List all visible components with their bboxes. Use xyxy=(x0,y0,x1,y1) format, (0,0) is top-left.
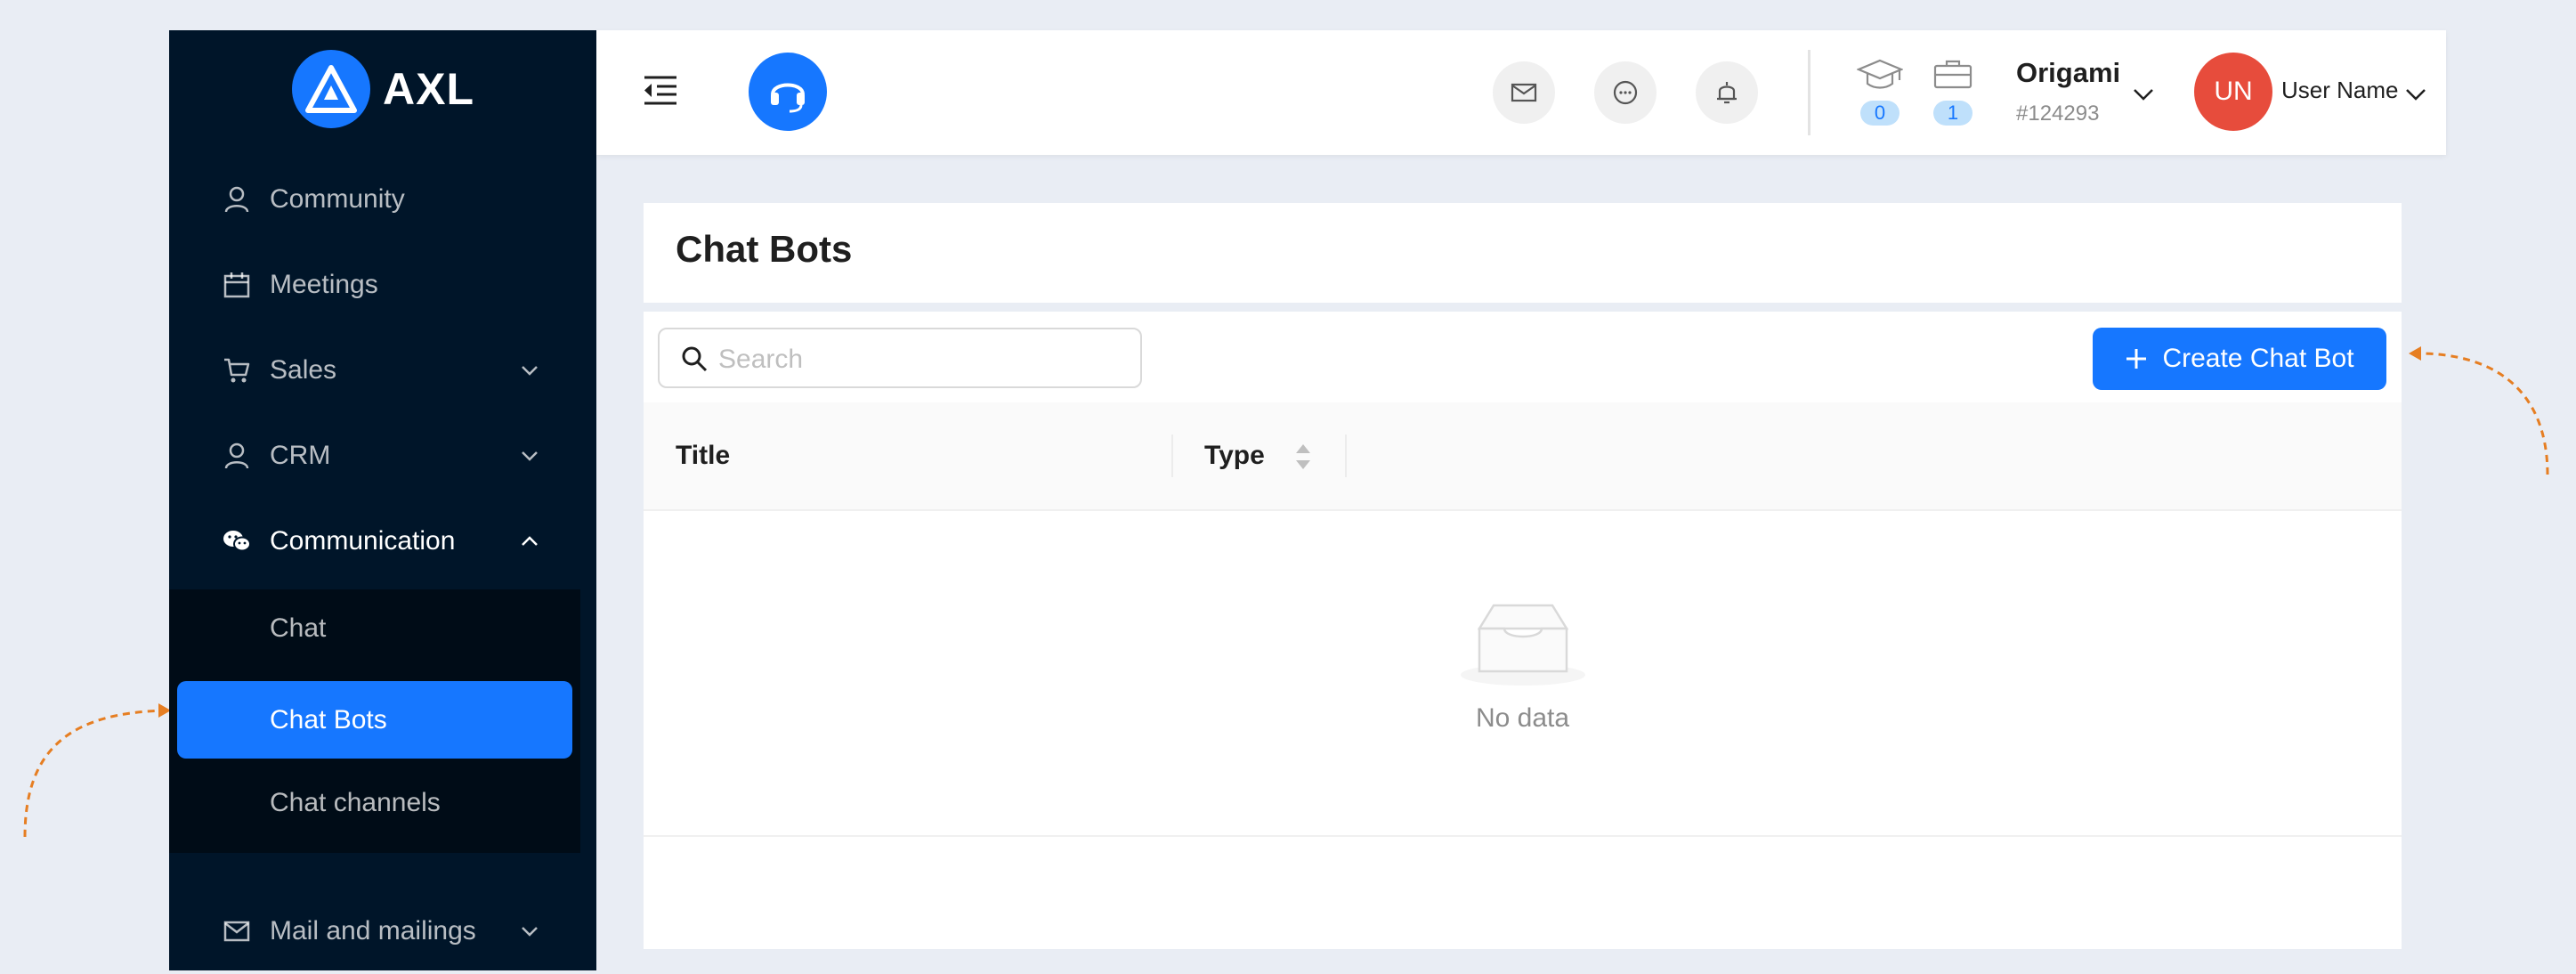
column-divider xyxy=(1345,434,1347,477)
messages-button[interactable] xyxy=(1594,61,1657,124)
page-title: Chat Bots xyxy=(676,228,853,270)
sidebar-item-meetings[interactable]: Meetings xyxy=(169,242,596,328)
sidebar-item-label: Meetings xyxy=(270,270,378,299)
chevron-down-icon[interactable] xyxy=(2131,82,2156,107)
sidebar-item-label: Communication xyxy=(270,526,456,556)
user-icon xyxy=(223,442,251,470)
sidebar-item-label: CRM xyxy=(270,441,331,470)
graduation-cap-icon xyxy=(1856,59,1904,89)
create-chat-bot-label: Create Chat Bot xyxy=(2162,344,2354,373)
counter-badge: 1 xyxy=(1933,101,1973,126)
sidebar-item-community[interactable]: Community xyxy=(169,157,596,242)
counter-badge: 0 xyxy=(1860,101,1900,126)
sidebar-item-communication[interactable]: Communication xyxy=(169,499,596,584)
cart-icon xyxy=(223,356,251,385)
sidebar-subitem-chat[interactable]: Chat xyxy=(169,589,580,668)
search-box[interactable] xyxy=(658,328,1142,388)
notifications-button[interactable] xyxy=(1696,61,1758,124)
search-icon xyxy=(682,346,708,372)
sidebar-subitem-label: Chat xyxy=(270,613,327,643)
plus-icon xyxy=(2126,349,2147,369)
organization-name[interactable]: Origami xyxy=(2016,57,2120,89)
logo-icon xyxy=(292,50,370,128)
app-logo[interactable]: AXL xyxy=(292,48,474,130)
sidebar: AXL Community Meetings Sales CRM Communi… xyxy=(169,30,596,970)
sidebar-item-label: Mail and mailings xyxy=(270,916,476,946)
sidebar-subitem-chat-channels[interactable]: Chat channels xyxy=(169,764,580,842)
sidebar-item-label: Community xyxy=(270,184,405,214)
chevron-down-icon xyxy=(518,920,541,943)
create-chat-bot-button[interactable]: Create Chat Bot xyxy=(2093,328,2386,390)
sidebar-subitem-chat-bots[interactable]: Chat Bots xyxy=(177,681,572,759)
menu-fold-icon[interactable] xyxy=(641,70,680,110)
page-header: Chat Bots xyxy=(644,203,2402,303)
search-input[interactable] xyxy=(717,338,1130,381)
avatar[interactable]: UN xyxy=(2194,53,2272,131)
calendar-icon xyxy=(223,271,251,299)
chevron-down-icon xyxy=(518,444,541,467)
sidebar-subitem-label: Chat channels xyxy=(270,788,441,817)
chevron-up-icon xyxy=(518,530,541,553)
wechat-icon xyxy=(223,527,251,556)
empty-state-text: No data xyxy=(1475,703,1570,733)
message-icon xyxy=(1613,80,1638,105)
user-icon xyxy=(223,185,251,214)
chevron-down-icon xyxy=(518,359,541,382)
communication-submenu: Chat Chat Bots Chat channels xyxy=(169,589,580,853)
annotation-arrow-right xyxy=(2409,346,2549,475)
header-divider xyxy=(1808,50,1810,135)
sidebar-item-sales[interactable]: Sales xyxy=(169,328,596,413)
logo-text: AXL xyxy=(383,64,474,114)
empty-inbox-icon xyxy=(1461,604,1585,686)
briefcase-icon xyxy=(1933,60,1973,89)
mail-icon xyxy=(223,917,251,946)
user-name[interactable]: User Name xyxy=(2281,77,2398,104)
mail-icon xyxy=(1511,83,1537,102)
jobs-counter[interactable]: 1 xyxy=(1930,57,1976,126)
top-header: 0 1 Origami #124293 UN User Name xyxy=(596,30,2446,155)
sidebar-item-mail-and-mailings[interactable]: Mail and mailings xyxy=(169,889,596,974)
bell-icon xyxy=(1717,82,1737,104)
organization-id: #124293 xyxy=(2016,101,2100,126)
chevron-down-icon[interactable] xyxy=(2403,82,2428,107)
table-header: Title Type xyxy=(644,402,2402,511)
chat-bots-table-card: Create Chat Bot Title Type No data xyxy=(644,312,2402,949)
empty-state: No data xyxy=(644,509,2402,837)
sidebar-item-label: Sales xyxy=(270,355,337,385)
headset-icon xyxy=(771,83,805,113)
mail-button[interactable] xyxy=(1493,61,1555,124)
sort-icon[interactable] xyxy=(1293,442,1313,472)
column-header-type[interactable]: Type xyxy=(1204,402,1265,509)
sidebar-item-crm[interactable]: CRM xyxy=(169,413,596,499)
annotation-arrow-left xyxy=(23,703,171,837)
courses-counter[interactable]: 0 xyxy=(1856,57,1904,126)
column-header-title[interactable]: Title xyxy=(676,402,730,509)
column-divider xyxy=(1171,434,1173,477)
sidebar-subitem-label: Chat Bots xyxy=(270,704,387,735)
support-headset-button[interactable] xyxy=(749,53,827,131)
